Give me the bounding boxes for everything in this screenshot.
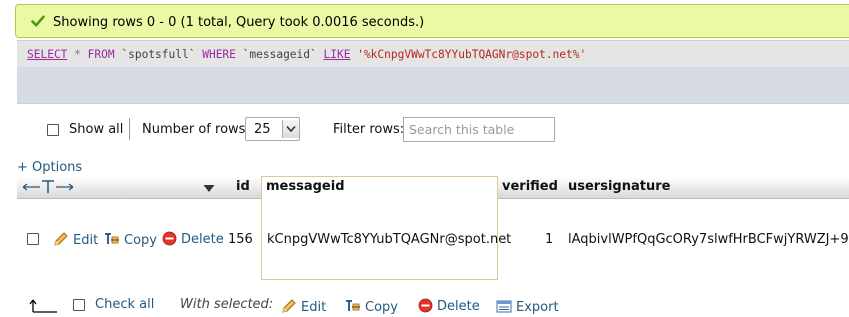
bulk-delete-action[interactable]: Delete [418,298,480,314]
row-copy-action[interactable]: Copy [104,231,157,248]
sort-dropdown-icon[interactable] [203,182,215,197]
pencil-icon [282,299,296,313]
bulk-edit-label[interactable]: Edit [301,300,326,315]
sql-keyword-like[interactable]: LIKE [324,48,351,61]
number-of-rows-select[interactable]: 25 [245,117,300,141]
options-link[interactable]: + Options [17,160,82,175]
bulk-export-label[interactable]: Export [516,300,559,315]
show-all-label[interactable]: Show all [69,122,123,137]
sql-keyword-from: FROM [87,48,115,61]
cell-usersignature[interactable]: lAqbivlWPfQqGcORy7slwfHrBCFwjYRWZJ+9fR8 [568,232,849,247]
filter-rows-input[interactable] [403,117,555,142]
number-of-rows-label: Number of rows: [142,122,250,137]
chevron-down-icon[interactable] [282,120,299,138]
column-header-verified[interactable]: verified [502,179,558,194]
sql-star: * [74,48,81,61]
nav-divider [129,118,130,140]
column-resize-arrows-icon[interactable] [22,179,74,198]
bulk-delete-label[interactable]: Delete [437,299,480,314]
bulk-edit-action[interactable]: Edit [281,298,326,315]
sql-keyword-select[interactable]: SELECT [27,48,67,61]
column-header-id[interactable]: id [236,179,250,194]
bulk-export-action[interactable]: Export [496,298,559,315]
cell-verified[interactable]: 1 [545,232,553,247]
success-message-text: Showing rows 0 - 0 (1 total, Query took … [53,15,425,30]
sql-column-name: `messageid` [242,48,317,61]
cell-messageid[interactable]: kCnpgVWwTc8YYubTQAGNr@spot.net [267,232,511,247]
sql-like-pattern: '%kCnpgVWwTc8YYubTQAGNr@spot.net%' [357,48,587,61]
left-gutter [0,0,15,316]
sql-query-text[interactable]: SELECT * FROM `spotsfull` WHERE `message… [27,48,586,61]
show-all-checkbox[interactable] [47,124,59,136]
check-all-checkbox[interactable] [73,299,85,311]
copy-icon [105,233,119,244]
sql-query-actions-bar [17,67,849,103]
bulk-copy-label[interactable]: Copy [365,300,398,315]
export-icon [496,300,512,313]
row-edit-action[interactable]: Edit [53,231,98,248]
row-delete-action[interactable]: Delete [162,231,224,247]
column-header-usersignature[interactable]: usersignature [568,179,670,194]
column-header-messageid[interactable]: messageid [266,179,345,194]
delete-icon [418,298,433,313]
copy-icon [346,300,360,311]
filter-rows-label: Filter rows: [333,122,405,137]
row-copy-label[interactable]: Copy [124,233,157,248]
sql-table-name: `spotsfull` [121,48,196,61]
success-message-banner: Showing rows 0 - 0 (1 total, Query took … [15,4,849,38]
check-all-label[interactable]: Check all [95,297,154,312]
with-selected-label: With selected: [180,297,274,312]
arrow-up-left-icon [29,297,59,317]
sql-keyword-where: WHERE [202,48,236,61]
cell-id[interactable]: 156 [228,232,253,247]
pencil-icon [54,232,68,246]
number-of-rows-value: 25 [254,122,271,137]
bulk-copy-action[interactable]: Copy [345,298,398,315]
row-checkbox[interactable] [27,233,39,245]
checkmark-icon [31,14,45,28]
row-edit-label[interactable]: Edit [73,233,98,248]
row-delete-label[interactable]: Delete [181,232,224,247]
delete-icon [162,231,177,246]
sql-query-box: SELECT * FROM `spotsfull` WHERE `message… [17,40,849,104]
